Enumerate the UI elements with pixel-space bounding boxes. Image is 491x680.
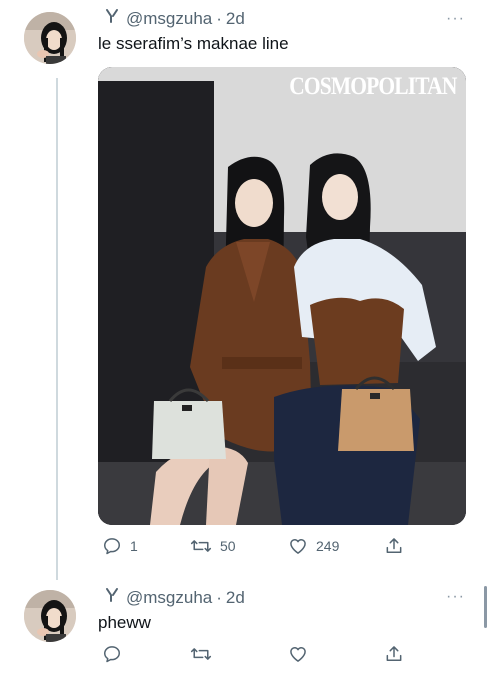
like-icon (288, 644, 308, 664)
retweet-icon (190, 536, 212, 556)
share-icon (384, 536, 404, 556)
thread-connector-line (56, 78, 58, 580)
badge-icon (104, 587, 120, 608)
tweet-text: pheww (98, 613, 151, 632)
badge-icon (104, 8, 120, 29)
tweet-text: le sserafim’s maknae line (98, 34, 289, 53)
scrollbar[interactable] (484, 586, 487, 628)
header-separator: · (216, 8, 222, 28)
tweet-time[interactable]: 2d (226, 9, 245, 29)
tweet-header: @msgzuha · 2d (104, 587, 245, 608)
retweet-button[interactable]: 50 (190, 536, 236, 556)
share-button[interactable] (384, 536, 404, 556)
retweet-button[interactable] (190, 644, 212, 664)
avatar[interactable] (24, 12, 76, 64)
more-icon[interactable]: ··· (446, 10, 465, 28)
tweet-actions (98, 644, 418, 668)
tweet-handle[interactable]: @msgzuha (126, 588, 212, 608)
like-icon (288, 536, 308, 556)
tweet-time[interactable]: 2d (226, 588, 245, 608)
reply-count: 1 (130, 538, 138, 554)
avatar-photo (24, 12, 76, 64)
retweet-count: 50 (220, 538, 236, 554)
like-button[interactable] (288, 644, 308, 664)
photo-image (98, 67, 466, 525)
reply-icon (102, 536, 122, 556)
retweet-icon (190, 644, 212, 664)
tweet-handle[interactable]: @msgzuha (126, 9, 212, 29)
magazine-watermark: COSMOPOLITAN (288, 73, 457, 100)
tweet-photo[interactable]: COSMOPOLITAN (98, 67, 466, 525)
tweet-header: @msgzuha · 2d (104, 8, 245, 29)
like-button[interactable]: 249 (288, 536, 339, 556)
reply-icon (102, 644, 122, 664)
avatar[interactable] (24, 590, 76, 642)
share-icon (384, 644, 404, 664)
reply-button[interactable]: 1 (102, 536, 138, 556)
reply-button[interactable] (102, 644, 122, 664)
more-icon[interactable]: ··· (446, 588, 465, 606)
share-button[interactable] (384, 644, 404, 664)
like-count: 249 (316, 538, 340, 554)
avatar-photo (24, 590, 76, 642)
tweet-actions: 1 50 249 (98, 536, 418, 560)
header-separator: · (216, 587, 222, 607)
